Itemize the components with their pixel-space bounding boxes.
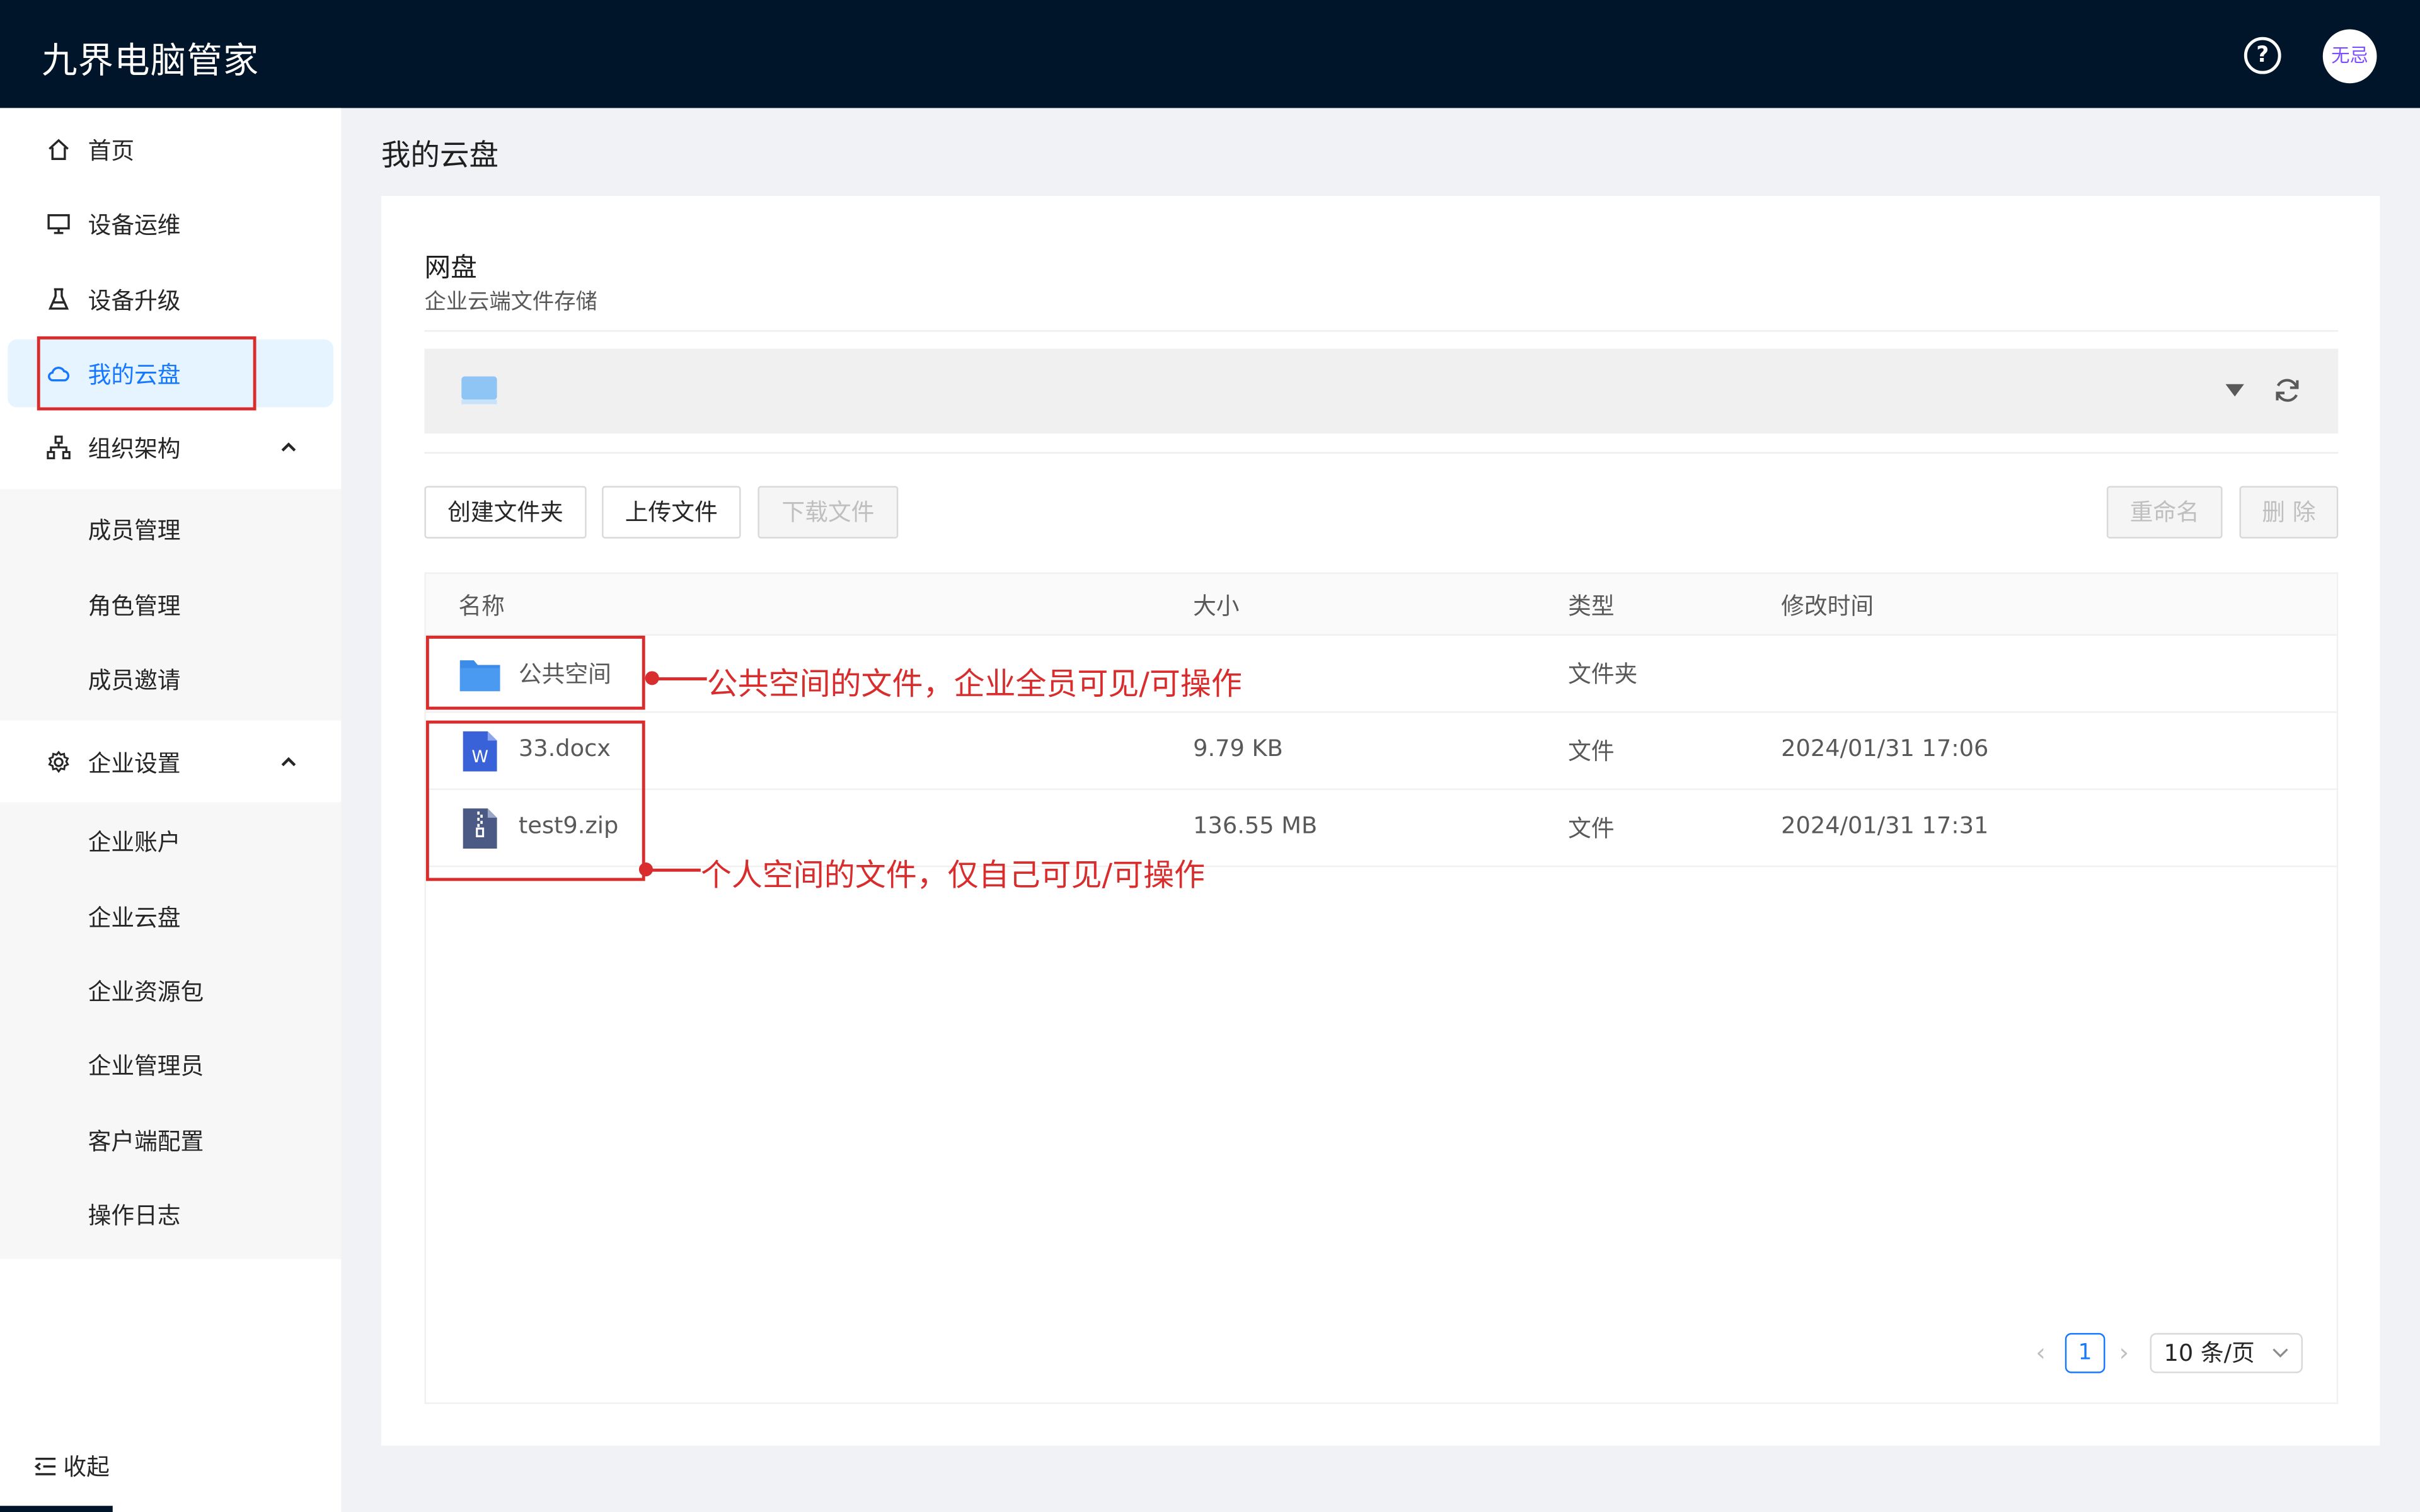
file-type: 文件 — [1568, 737, 1615, 765]
divider — [424, 330, 2339, 332]
delete-button[interactable]: 删 除 — [2239, 486, 2339, 539]
file-size: 9.79 KB — [1193, 734, 1283, 762]
sidebar-sub-enterprise-cloud[interactable]: 企业云盘 — [88, 901, 181, 933]
chevron-down-icon — [2273, 1348, 2288, 1358]
annotation-line — [645, 868, 701, 872]
card-title: 网盘 — [424, 253, 477, 284]
create-folder-button[interactable]: 创建文件夹 — [424, 486, 587, 539]
sidebar-sub-roles[interactable]: 角色管理 — [88, 590, 181, 622]
sidebar-item-home[interactable]: 首页 — [8, 116, 333, 184]
sidebar-item-label: 设备升级 — [88, 287, 181, 315]
page-title: 我的云盘 — [381, 139, 499, 173]
org-submenu: 成员管理 角色管理 成员邀请 — [0, 489, 342, 721]
settings-submenu: 企业账户 企业云盘 企业资源包 企业管理员 客户端配置 操作日志 — [0, 802, 342, 1259]
sidebar-sub-operation-log[interactable]: 操作日志 — [88, 1199, 181, 1231]
caret-down-icon[interactable] — [2224, 382, 2245, 398]
file-modified: 2024/01/31 17:31 — [1781, 811, 1989, 840]
chevron-up-icon — [281, 757, 296, 767]
sidebar-item-device-upgrade[interactable]: 设备升级 — [8, 265, 333, 333]
collapse-label: 收起 — [63, 1453, 110, 1482]
sidebar-item-label: 企业设置 — [88, 750, 181, 778]
table-header: 名称 大小 类型 修改时间 — [425, 574, 2337, 636]
column-header-size[interactable]: 大小 — [1193, 590, 1240, 622]
sidebar-sub-invite[interactable]: 成员邀请 — [88, 663, 181, 696]
avatar[interactable]: 无忌 — [2322, 29, 2377, 84]
page-size-select[interactable]: 10 条/页 — [2150, 1332, 2303, 1373]
sidebar-item-label: 设备运维 — [88, 211, 181, 239]
highlight-box-public — [425, 635, 645, 710]
path-bar — [424, 348, 2339, 434]
prev-page-icon[interactable]: ‹ — [2036, 1337, 2046, 1367]
sidebar-sub-account[interactable]: 企业账户 — [88, 825, 181, 857]
collapse-button[interactable]: 收起 — [34, 1450, 110, 1482]
column-header-modified[interactable]: 修改时间 — [1781, 590, 1874, 622]
page-number-current[interactable]: 1 — [2065, 1332, 2106, 1373]
highlight-box — [37, 336, 256, 411]
rename-button[interactable]: 重命名 — [2106, 486, 2223, 539]
column-header-type[interactable]: 类型 — [1568, 590, 1615, 622]
file-modified: 2024/01/31 17:06 — [1781, 734, 1989, 762]
sidebar-sub-members[interactable]: 成员管理 — [88, 514, 181, 546]
sidebar-item-settings[interactable]: 企业设置 — [8, 728, 333, 796]
sidebar-sub-resource-pack[interactable]: 企业资源包 — [88, 975, 204, 1007]
page-size-value: 10 条/页 — [2164, 1339, 2255, 1367]
sidebar-item-label: 首页 — [88, 137, 135, 166]
divider — [424, 452, 2339, 454]
flask-icon — [48, 288, 69, 310]
column-header-name[interactable]: 名称 — [458, 590, 505, 622]
org-icon — [47, 435, 71, 459]
upload-button[interactable]: 上传文件 — [602, 486, 741, 539]
download-button[interactable]: 下载文件 — [758, 486, 899, 539]
scroll-indicator — [0, 1506, 113, 1512]
file-type: 文件夹 — [1568, 660, 1638, 689]
sidebar: 首页 设备运维 设备升级 我的云盘 组织架构 成员管理 角色管理 成员邀请 企业… — [0, 108, 342, 1512]
next-page-icon[interactable]: › — [2119, 1337, 2129, 1367]
table-row[interactable]: W 33.docx 9.79 KB 文件 2024/01/31 17:06 — [425, 713, 2337, 790]
file-size: 136.55 MB — [1193, 811, 1318, 840]
drive-icon[interactable] — [460, 375, 498, 406]
annotation-personal: 个人空间的文件，仅自己可见/可操作 — [700, 856, 1206, 893]
menu-fold-icon — [34, 1457, 56, 1475]
card-subtitle: 企业云端文件存储 — [424, 290, 597, 315]
sidebar-item-org[interactable]: 组织架构 — [8, 413, 333, 481]
chevron-up-icon — [281, 442, 296, 452]
highlight-box-personal — [425, 720, 645, 881]
help-icon[interactable]: ? — [2244, 37, 2281, 74]
app-title: 九界电脑管家 — [42, 42, 260, 82]
file-type: 文件 — [1568, 815, 1615, 843]
home-icon — [49, 139, 69, 160]
sidebar-item-device-ops[interactable]: 设备运维 — [8, 190, 333, 258]
sidebar-sub-admins[interactable]: 企业管理员 — [88, 1049, 204, 1081]
sidebar-sub-client-config[interactable]: 客户端配置 — [88, 1125, 204, 1157]
refresh-icon[interactable] — [2272, 375, 2303, 406]
annotation-public: 公共空间的文件，企业全员可见/可操作 — [706, 665, 1242, 702]
monitor-icon — [47, 214, 70, 234]
sidebar-item-label: 组织架构 — [88, 435, 181, 463]
cloud-drive-card: 网盘 企业云端文件存储 创建文件夹 上传文件 下载文件 重命名 删 除 名称 大… — [381, 196, 2380, 1446]
top-header: 九界电脑管家 ? 无忌 — [0, 0, 2420, 108]
annotation-line — [651, 677, 707, 681]
gear-icon — [48, 750, 69, 773]
